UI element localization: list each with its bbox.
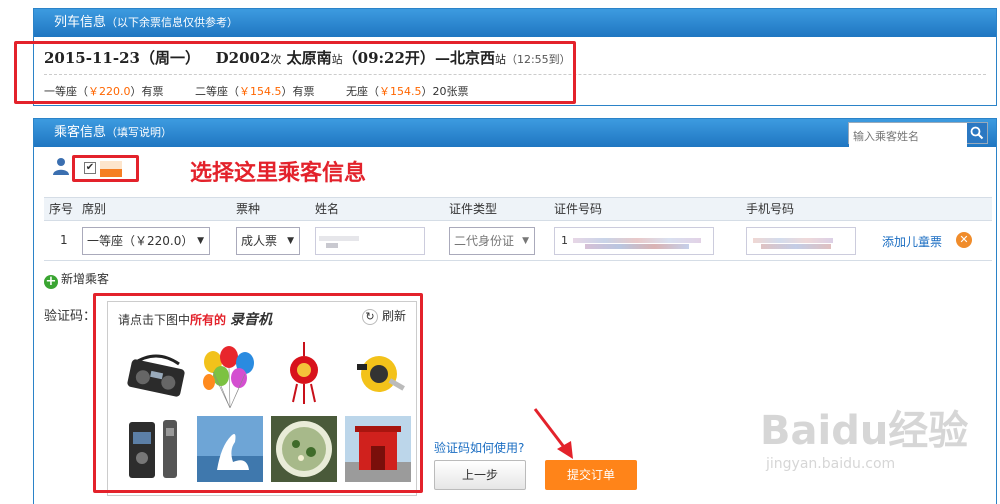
col-index: 序号 bbox=[49, 202, 74, 216]
baidu-watermark: Baidu经验 jingyan.baidu.com bbox=[760, 398, 968, 472]
passenger-info-help-link[interactable]: （填写说明） bbox=[106, 126, 172, 139]
delete-passenger-icon[interactable]: ✕ bbox=[956, 232, 972, 248]
ticket-type-select[interactable]: 成人票 ▼ bbox=[236, 227, 300, 255]
user-icon bbox=[53, 158, 69, 175]
train-info-header: 列车信息（以下余票信息仅供参考） bbox=[34, 9, 996, 37]
captcha-help-link[interactable]: 验证码如何使用? bbox=[434, 439, 524, 456]
passenger-table-header: 序号 席别 票种 姓名 证件类型 证件号码 手机号码 bbox=[44, 197, 992, 221]
train-info-subtitle: （以下余票信息仅供参考） bbox=[106, 16, 239, 29]
col-phone: 手机号码 bbox=[746, 202, 795, 216]
captcha-highlight-box bbox=[93, 293, 423, 493]
passenger-picker: ✔ 选择这里乘客信息 bbox=[52, 153, 1000, 186]
id-number-prefix: 1 bbox=[561, 234, 568, 247]
captcha-label: 验证码： bbox=[44, 309, 97, 324]
redacted-name-mark bbox=[326, 243, 338, 248]
redacted-id bbox=[573, 238, 701, 243]
chevron-down-icon: ▼ bbox=[197, 236, 204, 246]
chevron-down-icon: ▼ bbox=[522, 236, 529, 246]
annotation-text: 选择这里乘客信息 bbox=[190, 161, 367, 186]
col-seat: 席别 bbox=[82, 202, 107, 216]
passenger-search-button[interactable] bbox=[967, 123, 987, 143]
ticket-type-value: 成人票 bbox=[241, 234, 278, 248]
add-passenger-label: 新增乘客 bbox=[61, 272, 110, 286]
train-highlight-box bbox=[14, 41, 576, 104]
row-index: 1 bbox=[60, 233, 68, 247]
search-icon bbox=[970, 126, 984, 140]
name-field[interactable] bbox=[315, 227, 425, 255]
passenger-info-header: 乘客信息（填写说明） bbox=[34, 119, 996, 147]
arrow-annotation-icon bbox=[533, 408, 573, 459]
add-child-ticket-link[interactable]: 添加儿童票 bbox=[882, 233, 942, 250]
id-type-select[interactable]: 二代身份证 ▼ bbox=[449, 227, 535, 255]
table-row: 1 一等座（￥220.0） ▼ 成人票 ▼ 二代身份证 ▼ 1 添加儿童票 ✕ bbox=[44, 221, 992, 261]
watermark-main: Baidu经验 bbox=[760, 408, 969, 454]
redacted-phone-2 bbox=[761, 244, 831, 249]
col-id-number: 证件号码 bbox=[554, 202, 603, 216]
add-passenger-button[interactable]: + 新增乘客 bbox=[44, 270, 109, 289]
passenger-highlight-box bbox=[72, 155, 139, 182]
passenger-search bbox=[848, 122, 988, 147]
col-ticket-type: 票种 bbox=[236, 202, 261, 216]
passenger-info-title: 乘客信息 bbox=[54, 125, 107, 140]
col-id-type: 证件类型 bbox=[449, 202, 498, 216]
prev-step-button[interactable]: 上一步 bbox=[434, 460, 526, 490]
seat-select-value: 一等座（￥220.0） bbox=[87, 234, 194, 248]
redacted-phone bbox=[753, 238, 833, 243]
plus-icon: + bbox=[44, 274, 58, 289]
submit-order-button[interactable]: 提交订单 bbox=[545, 460, 637, 490]
col-name: 姓名 bbox=[315, 202, 340, 216]
phone-field[interactable] bbox=[746, 227, 856, 255]
passenger-search-input[interactable] bbox=[849, 126, 967, 147]
redacted-name bbox=[319, 236, 359, 241]
id-type-value: 二代身份证 bbox=[454, 234, 515, 248]
seat-select[interactable]: 一等座（￥220.0） ▼ bbox=[82, 227, 210, 255]
redacted-id-2 bbox=[585, 244, 689, 249]
id-number-field[interactable]: 1 bbox=[554, 227, 714, 255]
watermark-sub: jingyan.baidu.com bbox=[766, 456, 896, 472]
chevron-down-icon: ▼ bbox=[287, 236, 294, 246]
train-info-title: 列车信息 bbox=[54, 15, 107, 30]
